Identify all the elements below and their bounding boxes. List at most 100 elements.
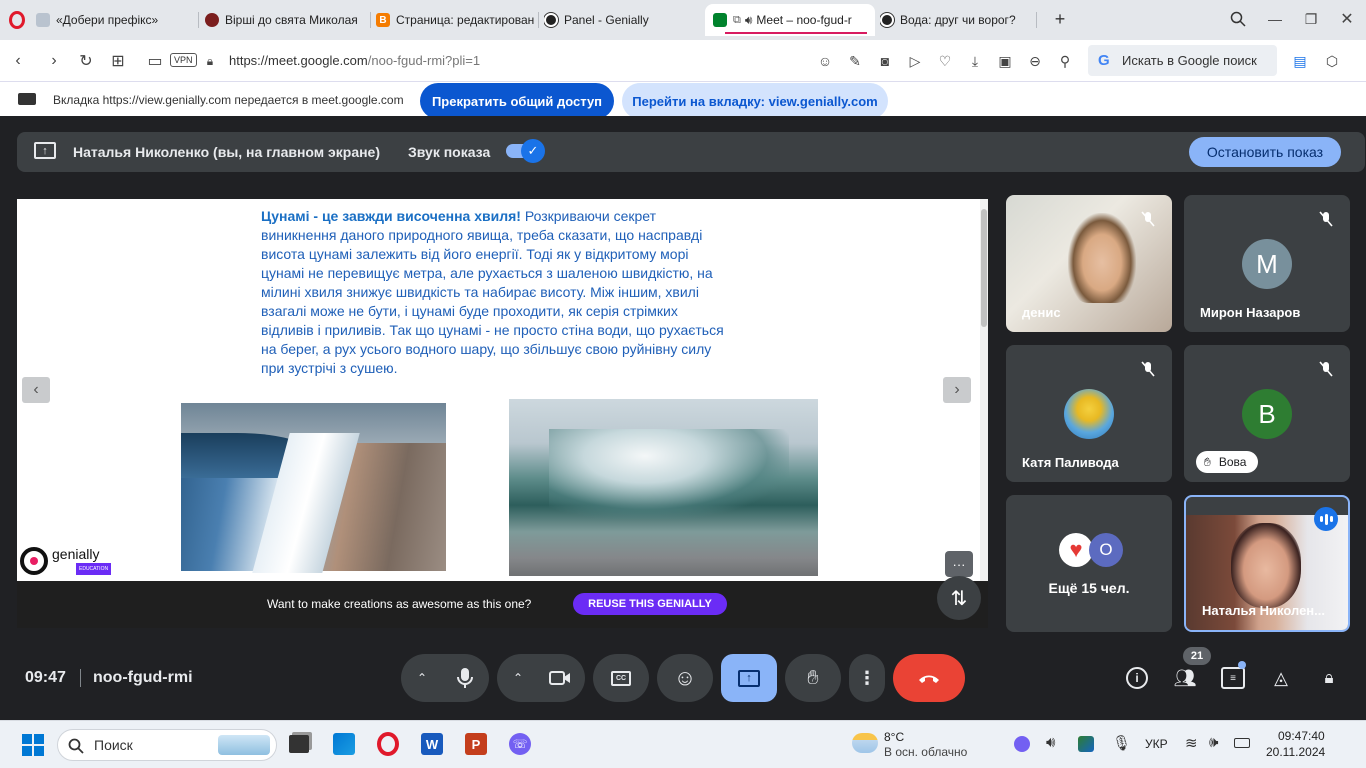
tab-dobery-prefiks[interactable]: «Добери префікс»	[36, 6, 194, 34]
heart-icon[interactable]: ♡	[935, 51, 955, 71]
restore-icon[interactable]: ❐	[1301, 9, 1321, 29]
meeting-details-icon[interactable]: i	[1126, 667, 1148, 689]
weather-temp[interactable]: 8°C	[884, 730, 904, 744]
speed-dial-icon[interactable]: ⊞	[108, 51, 128, 71]
play-icon[interactable]: ▷	[905, 51, 925, 71]
participant-tile[interactable]: Катя Паливода	[1006, 345, 1172, 482]
weather-icon[interactable]	[852, 733, 878, 753]
speaker-icon[interactable]: 🕪︎	[1209, 734, 1218, 751]
shared-slide: Цунамі - це завжди височенна хвиля! Розк…	[17, 199, 988, 628]
taskbar-search-placeholder: Поиск	[94, 737, 133, 753]
tab-label: «Добери префікс»	[56, 13, 159, 27]
presenter-name: Наталья Николенко (вы, на главном экране…	[73, 144, 381, 160]
minimize-icon[interactable]: —	[1265, 9, 1285, 29]
goto-tab-button[interactable]: Перейти на вкладку: view.genially.com	[622, 83, 888, 119]
captions-button[interactable]: CC	[593, 654, 649, 702]
host-controls-icon[interactable]: 🔒︎	[1318, 667, 1340, 689]
tab-meet[interactable]: ⧉ 🔊︎ Meet – noo-fgud-r	[705, 4, 875, 36]
powerpoint-icon[interactable]: P	[465, 733, 487, 755]
opera-logo-icon[interactable]	[9, 11, 25, 29]
switch-layout-button[interactable]: ⇅	[937, 576, 981, 620]
opera-taskbar-icon[interactable]	[377, 732, 399, 756]
search-tabs-icon[interactable]	[1228, 9, 1248, 29]
volume-tray-icon[interactable]: 🔊︎	[1046, 734, 1055, 751]
blogger-icon: B	[376, 13, 390, 27]
viber-tray-icon[interactable]	[1014, 736, 1030, 752]
word-icon[interactable]: W	[421, 733, 443, 755]
snapshot-icon[interactable]: ◙	[875, 51, 895, 71]
participant-tile[interactable]: М Мирон Назаров	[1184, 195, 1350, 332]
viber-icon[interactable]: ☏	[509, 733, 531, 755]
toggle-check-icon: ✓	[521, 139, 545, 163]
participant-tile[interactable]: В ✋︎ Вова	[1184, 345, 1350, 482]
url-field[interactable]: https://meet.google.com/noo-fgud-rmi?pli…	[229, 53, 480, 68]
search-icon	[68, 738, 84, 754]
windows-start-icon[interactable]	[22, 734, 44, 756]
media-icon[interactable]: ▣	[995, 51, 1015, 71]
list-icon[interactable]	[1025, 51, 1045, 71]
new-tab-icon[interactable]: +	[1050, 9, 1070, 29]
microsoft-store-icon[interactable]	[333, 733, 355, 755]
emoji-icon[interactable]: ☺	[815, 51, 835, 71]
back-icon[interactable]: ‹	[8, 51, 28, 71]
extension-icon[interactable]: ▤	[1290, 51, 1310, 71]
more-participants-tile[interactable]: ♥ О Ещё 15 чел.	[1006, 495, 1172, 632]
activities-icon[interactable]: ◬	[1270, 667, 1292, 689]
edit-icon[interactable]: ✎	[845, 51, 865, 71]
participant-tile[interactable]: денис	[1006, 195, 1172, 332]
mic-options-chevron-icon[interactable]: ⌃	[417, 671, 427, 685]
chat-icon[interactable]: ≡	[1221, 667, 1245, 689]
slide-heading: Цунамі - це завжди височенна хвиля!	[261, 208, 521, 224]
leave-call-button[interactable]	[893, 654, 965, 702]
taskbar-search[interactable]: Поиск	[57, 729, 277, 761]
clock-time[interactable]: 09:47:40	[1278, 729, 1325, 743]
stop-presenting-button[interactable]: Остановить показ	[1189, 137, 1341, 167]
weather-desc[interactable]: В осн. облачно	[884, 745, 967, 759]
reactions-button[interactable]: ☺	[657, 654, 713, 702]
people-icon[interactable]: 👥︎	[1172, 667, 1198, 689]
slide-scrollbar[interactable]	[980, 199, 988, 628]
wifi-icon[interactable]: ≋	[1185, 734, 1198, 752]
tab-sharing-bar: Вкладка https://view.genially.com переда…	[0, 82, 1366, 119]
forward-icon[interactable]: ›	[44, 51, 64, 71]
camera-icon[interactable]	[549, 670, 571, 686]
security-tray-icon[interactable]	[1078, 736, 1094, 752]
participant-name: Наталья Николен...	[1202, 603, 1325, 618]
raise-hand-button[interactable]: ✋︎	[785, 654, 841, 702]
tab-blogger-edit[interactable]: B Страница: редактирован	[376, 6, 534, 34]
task-view-icon[interactable]	[289, 735, 309, 753]
more-options-button[interactable]: ⋮	[849, 654, 885, 702]
camera-indicator-icon[interactable]: ▭	[145, 51, 165, 71]
profile-icon[interactable]: ⚲	[1055, 51, 1075, 71]
url-host: https://meet.google.com	[229, 53, 368, 68]
microphone-icon[interactable]	[456, 667, 474, 689]
tab-audio-icon[interactable]: 🔊︎	[745, 13, 753, 28]
lock-icon[interactable]: 🔒︎	[200, 51, 220, 71]
next-slide-button[interactable]: ›	[943, 377, 971, 403]
keyboard-language[interactable]: УКР	[1145, 737, 1168, 751]
more-options-button[interactable]: ···	[945, 551, 973, 577]
vpn-badge[interactable]: VPN	[170, 53, 197, 67]
address-toolbar: ‹ › ↻ ⊞ ▭ VPN 🔒︎ https://meet.google.com…	[0, 40, 1366, 82]
stop-sharing-button[interactable]: Прекратить общий доступ	[420, 83, 614, 119]
close-window-icon[interactable]: ✕	[1337, 9, 1357, 29]
tab-genially-panel[interactable]: Panel - Genially	[544, 6, 702, 34]
present-now-button[interactable]: ↑	[721, 654, 777, 702]
mic-control-group: ⌃	[401, 654, 489, 702]
reload-icon[interactable]: ↻	[76, 51, 96, 71]
clock-date[interactable]: 20.11.2024	[1266, 745, 1325, 759]
mic-tray-icon[interactable]: 🎙︎	[1112, 734, 1131, 752]
google-search-field[interactable]: G Искать в Google поиск	[1088, 45, 1277, 76]
tab-virshi[interactable]: Вірші до свята Миколая	[205, 6, 367, 34]
genially-logo-text: genially	[52, 545, 100, 562]
box-icon[interactable]: ⬡	[1322, 51, 1342, 71]
prev-slide-button[interactable]: ‹	[22, 377, 50, 403]
download-icon[interactable]: ⤓	[965, 51, 985, 71]
battery-icon[interactable]	[1234, 738, 1250, 748]
reuse-button[interactable]: REUSE THIS GENIALLY	[573, 593, 727, 615]
sound-toggle[interactable]: ✓	[506, 139, 545, 163]
camera-options-chevron-icon[interactable]: ⌃	[513, 671, 523, 685]
tab-voda[interactable]: Вода: друг чи ворог?	[880, 6, 1030, 34]
self-tile[interactable]: Наталья Николен...	[1184, 495, 1350, 632]
genially-logo[interactable]: genially EDUCATION	[20, 545, 112, 577]
